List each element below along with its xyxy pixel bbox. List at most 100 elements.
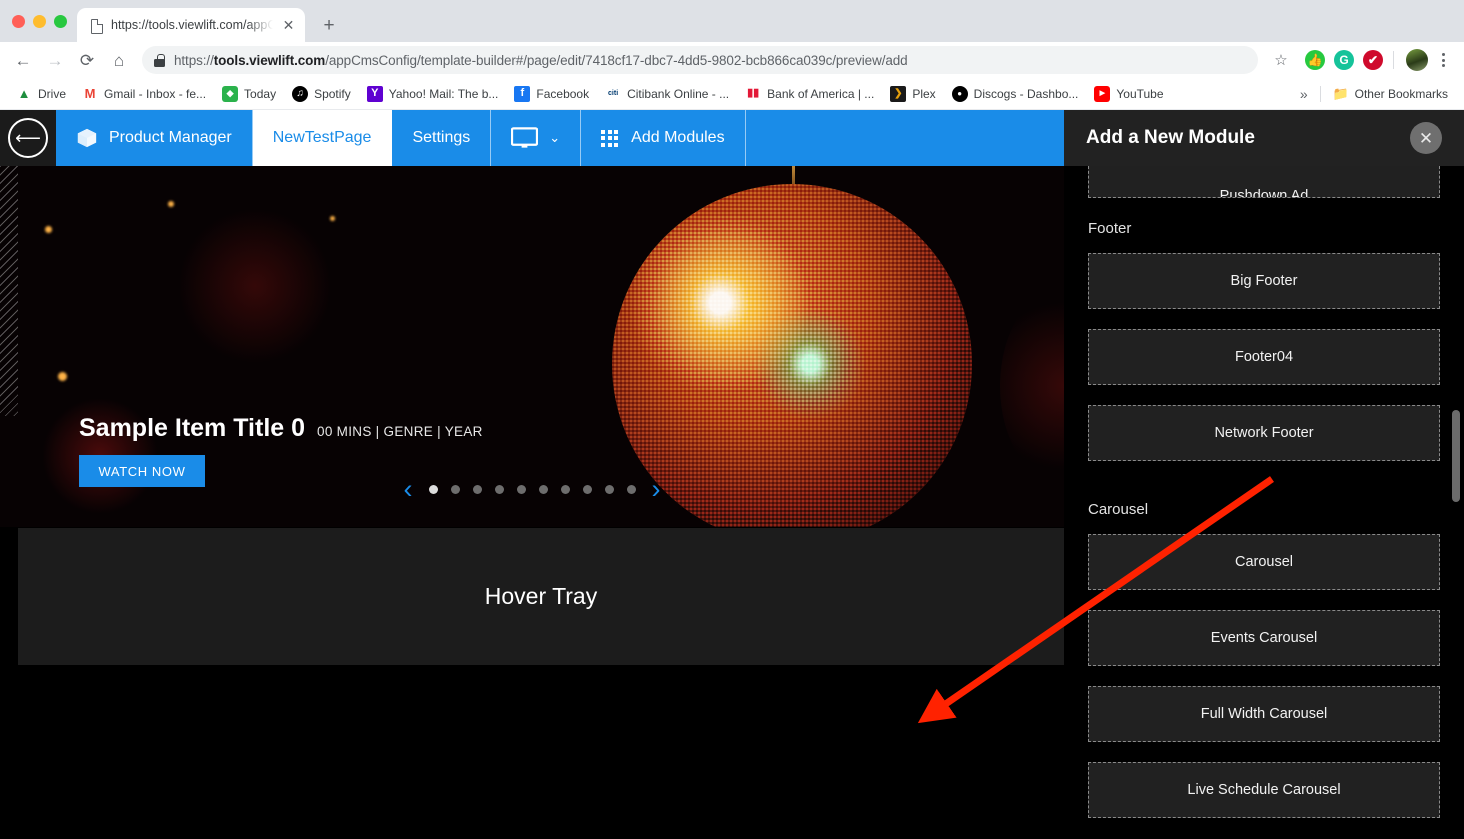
lock-icon (154, 53, 165, 67)
carousel-next-icon[interactable]: › (636, 476, 677, 503)
module-item-carousel[interactable]: Carousel (1088, 534, 1440, 590)
module-group-label-carousel: Carousel (1088, 501, 1149, 518)
module-group-label-footer: Footer (1088, 220, 1132, 237)
bookmark-label: YouTube (1116, 86, 1164, 101)
module-item-network-footer[interactable]: Network Footer (1088, 405, 1440, 461)
close-icon[interactable]: ✕ (1410, 122, 1442, 154)
decorative-spark (168, 201, 174, 207)
gmail-icon: M (84, 86, 96, 101)
bookmark-plex[interactable]: ❯ Plex (882, 82, 943, 106)
monitor-icon (511, 127, 539, 148)
page-preview-canvas: Sample Item Title 0 00 MINS | GENRE | YE… (0, 166, 1064, 839)
facebook-icon: f (514, 85, 531, 102)
bookmark-facebook[interactable]: f Facebook (506, 82, 597, 106)
module-item-label: Big Footer (1230, 273, 1298, 289)
bookmark-label: Discogs - Dashbo... (973, 86, 1079, 101)
close-window-button[interactable] (12, 14, 25, 28)
module-item-footer04[interactable]: Footer04 (1088, 329, 1440, 385)
carousel-dot[interactable] (538, 485, 548, 494)
bookmark-youtube[interactable]: ▶ YouTube (1086, 82, 1171, 106)
panel-scrollbar[interactable] (1452, 410, 1460, 502)
module-item-label: Events Carousel (1210, 630, 1318, 646)
browser-window: https://tools.viewlift.com/appC ✕ + ← → … (0, 0, 1464, 839)
app-back-button[interactable]: ⟵ (0, 110, 56, 166)
youtube-icon: ▶ (1094, 85, 1111, 102)
bookmark-drive[interactable]: ▲ Drive (8, 82, 74, 106)
address-bar[interactable]: https://tools.viewlift.com/appCmsConfig/… (142, 46, 1258, 74)
module-item-full-width-carousel[interactable]: Full Width Carousel (1088, 686, 1440, 742)
window-controls (10, 0, 77, 42)
reload-icon[interactable]: ⟳ (72, 45, 102, 75)
home-icon[interactable]: ⌂ (104, 45, 134, 75)
other-bookmarks-button[interactable]: 📁 Other Bookmarks (1325, 82, 1456, 106)
toolbar-divider (1393, 51, 1394, 69)
bookmark-bank-of-america[interactable]: ▮▮ Bank of America | ... (737, 82, 882, 106)
carousel-dot[interactable] (582, 485, 592, 494)
nav-item-label: Product Manager (109, 129, 232, 146)
back-icon[interactable]: ← (8, 45, 38, 75)
url-scheme: https:// (174, 52, 214, 68)
thumbs-up-extension-icon[interactable]: 👍 (1305, 50, 1325, 70)
chrome-menu-icon[interactable] (1430, 53, 1456, 67)
decorative-glow (180, 206, 330, 366)
bookmark-star-icon[interactable]: ☆ (1266, 45, 1296, 75)
bofa-icon: ▮▮ (747, 87, 760, 99)
module-item-big-footer[interactable]: Big Footer (1088, 253, 1440, 309)
bookmark-discogs[interactable]: ● Discogs - Dashbo... (944, 82, 1087, 106)
module-item-pushdown-ad[interactable]: Pushdown Ad (1088, 166, 1440, 198)
module-item-label: Full Width Carousel (1200, 706, 1328, 722)
spotify-icon: ♫ (292, 85, 309, 102)
browser-tab[interactable]: https://tools.viewlift.com/appC ✕ (77, 8, 305, 42)
module-list: Pushdown Ad Footer Big Footer Footer04 N… (1064, 166, 1464, 818)
carousel-dot[interactable] (560, 485, 570, 494)
carousel-dot[interactable] (516, 485, 526, 494)
folder-icon: 📁 (1332, 86, 1349, 101)
nav-item-label: Add Modules (631, 129, 725, 146)
bookmark-gmail[interactable]: M Gmail - Inbox - fe... (74, 82, 214, 106)
nav-item-label: Settings (412, 129, 471, 146)
url-text: https://tools.viewlift.com/appCmsConfig/… (174, 53, 908, 68)
bookmark-citibank[interactable]: citi Citibank Online - ... (597, 82, 737, 106)
add-module-panel: Add a New Module ✕ Pushdown Ad Footer Bi… (1064, 110, 1464, 839)
nav-item-product-manager[interactable]: Product Manager (56, 110, 253, 166)
carousel-prev-icon[interactable]: ‹ (388, 476, 429, 503)
hero-banner-module[interactable]: Sample Item Title 0 00 MINS | GENRE | YE… (0, 166, 1064, 527)
bookmark-label: Gmail - Inbox - fe... (104, 86, 207, 101)
cube-icon (77, 128, 97, 148)
hero-meta: 00 MINS | GENRE | YEAR (317, 424, 483, 439)
minimize-window-button[interactable] (33, 14, 46, 28)
bookmark-today[interactable]: ◆ Today (214, 82, 284, 106)
nav-item-settings[interactable]: Settings (392, 110, 492, 166)
nav-item-add-modules[interactable]: Add Modules (581, 110, 746, 166)
carousel-dot[interactable] (626, 485, 636, 494)
plex-icon: ❯ (890, 85, 907, 102)
bookmarks-divider (1319, 85, 1321, 102)
module-item-live-schedule-carousel[interactable]: Live Schedule Carousel (1088, 762, 1440, 818)
new-tab-button[interactable]: + (315, 11, 343, 39)
carousel-dot[interactable] (428, 485, 438, 494)
module-item-events-carousel[interactable]: Events Carousel (1088, 610, 1440, 666)
hover-tray-module[interactable]: Hover Tray (18, 528, 1064, 665)
nav-item-newtestpage[interactable]: NewTestPage (252, 110, 393, 166)
close-icon[interactable]: ✕ (280, 17, 297, 34)
bookmarks-overflow-button[interactable]: » (1292, 86, 1316, 102)
maximize-window-button[interactable] (54, 14, 67, 28)
yahoo-icon: Y (366, 85, 383, 102)
avatar[interactable] (1406, 49, 1428, 71)
carousel-dot[interactable] (450, 485, 460, 494)
checkmark-extension-icon[interactable]: ✔ (1363, 50, 1383, 70)
bookmark-label: Bank of America | ... (767, 86, 875, 101)
carousel-dot[interactable] (472, 485, 482, 494)
forward-icon[interactable]: → (40, 45, 70, 75)
page-title: Add a New Module (1086, 127, 1255, 148)
grammarly-extension-icon[interactable]: G (1334, 50, 1354, 70)
grid-icon (601, 129, 620, 147)
carousel-dot[interactable] (494, 485, 504, 494)
chevron-down-icon: ⌄ (549, 130, 561, 145)
module-item-label: Network Footer (1214, 425, 1314, 441)
nav-item-device-selector[interactable]: ⌄ (491, 110, 582, 166)
bookmark-label: Spotify (314, 86, 351, 101)
bookmark-spotify[interactable]: ♫ Spotify (284, 82, 359, 106)
bookmark-yahoo-mail[interactable]: Y Yahoo! Mail: The b... (359, 82, 507, 106)
carousel-dot[interactable] (604, 485, 614, 494)
